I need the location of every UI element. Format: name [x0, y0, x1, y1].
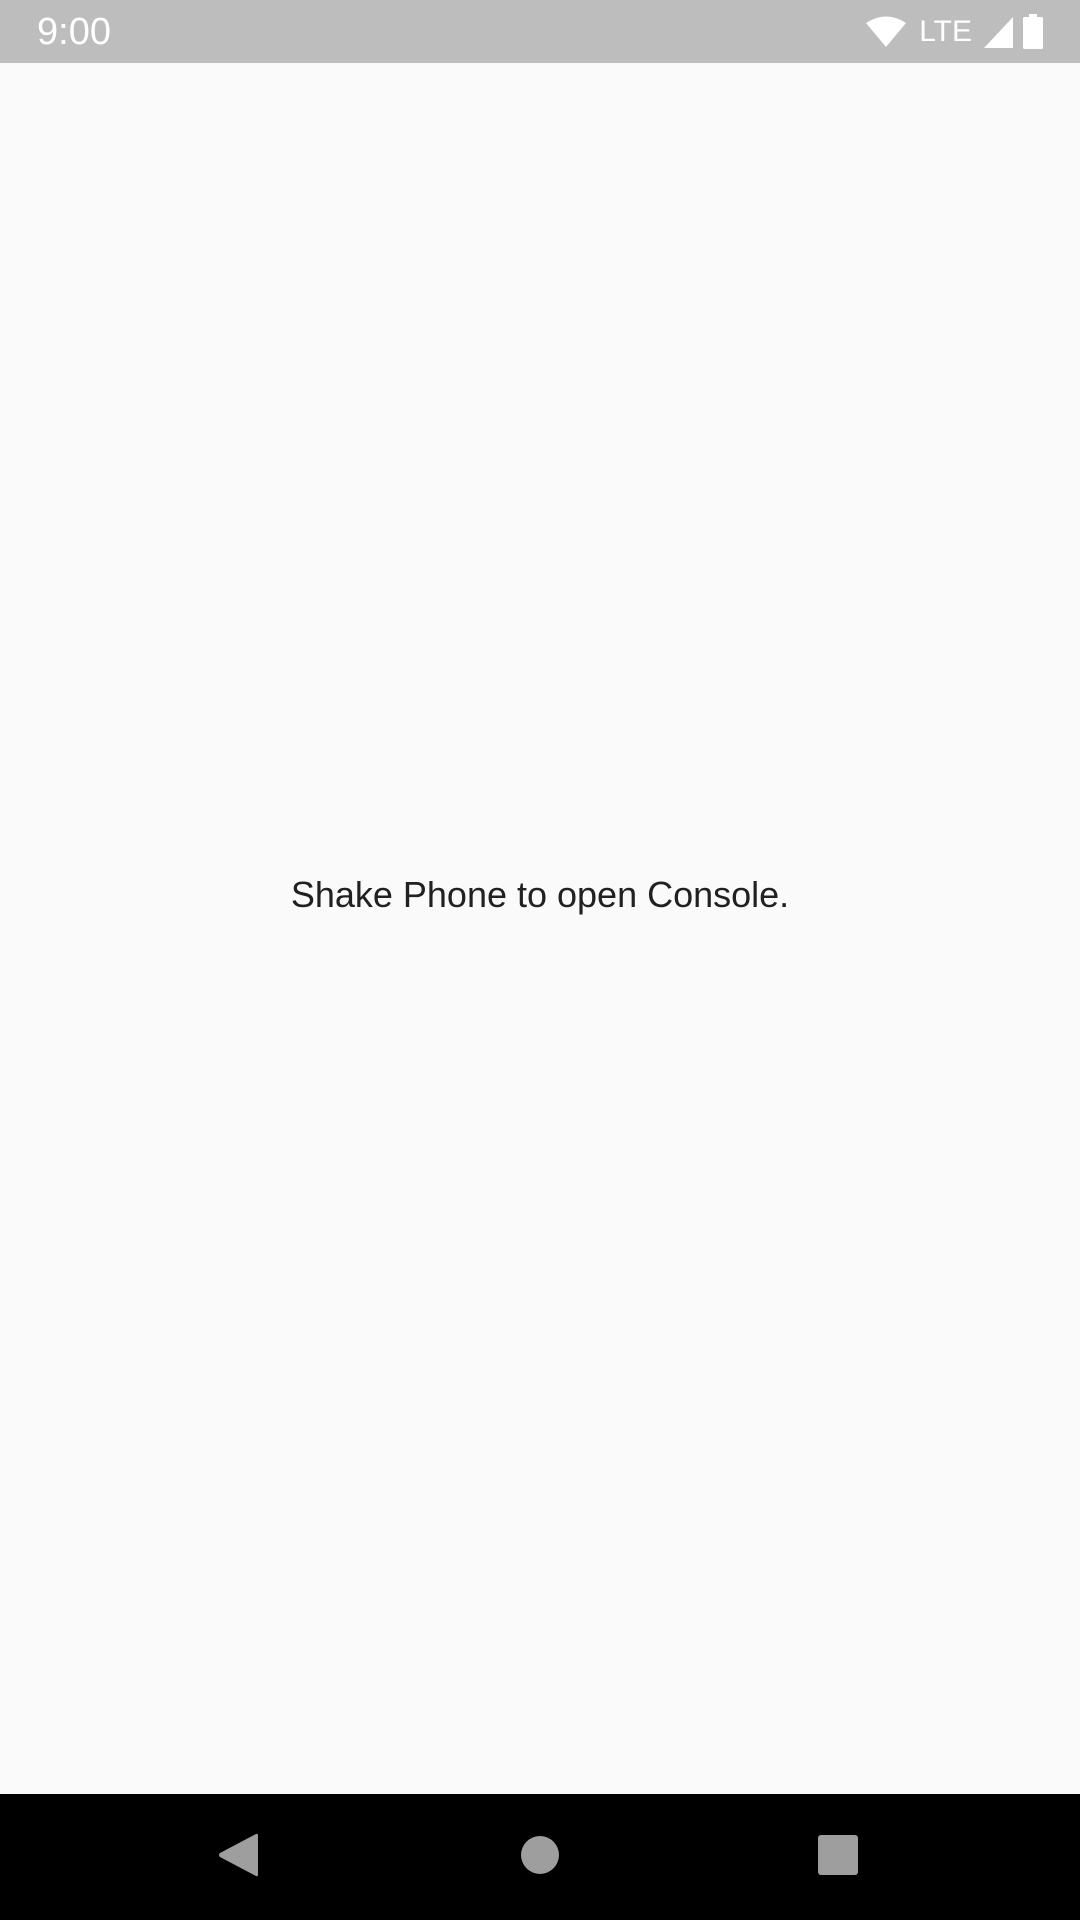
battery-icon — [1022, 14, 1044, 50]
signal-icon — [982, 15, 1014, 49]
status-bar: 9:00 LTE — [0, 0, 1080, 63]
status-icons: LTE — [865, 12, 1044, 52]
main-content: Shake Phone to open Console. — [0, 63, 1080, 1794]
screen: 9:00 LTE Shake Phone to open Console. — [0, 0, 1080, 1920]
navigation-bar — [0, 1794, 1080, 1920]
wifi-icon — [865, 16, 907, 48]
recents-icon — [818, 1834, 858, 1880]
back-button[interactable] — [158, 1794, 318, 1920]
lte-label: LTE — [919, 15, 972, 48]
status-time: 9:00 — [37, 11, 111, 53]
back-icon — [216, 1831, 260, 1884]
recents-button[interactable] — [758, 1794, 918, 1920]
console-hint-message: Shake Phone to open Console. — [290, 874, 790, 915]
home-icon — [520, 1835, 560, 1880]
home-button[interactable] — [460, 1794, 620, 1920]
